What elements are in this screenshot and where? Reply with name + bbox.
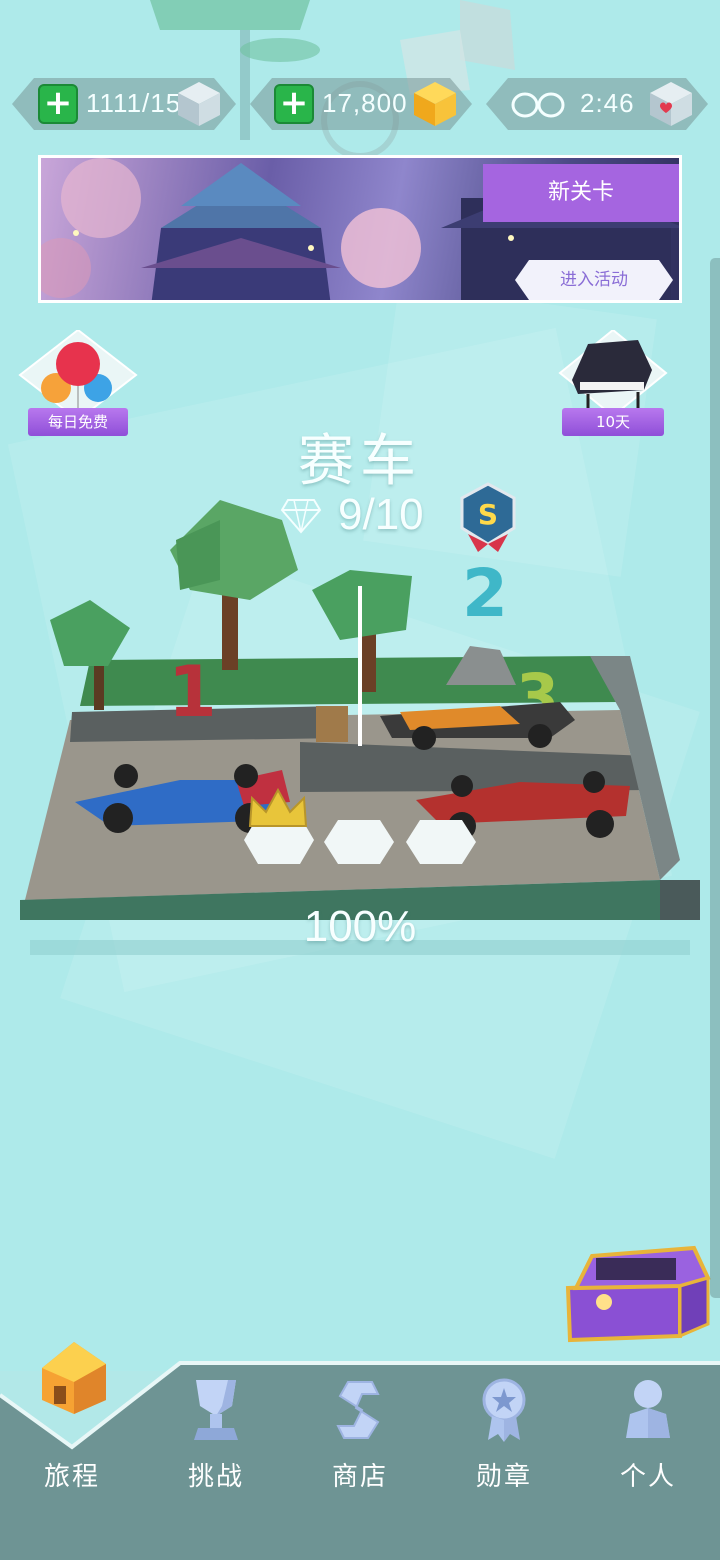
- treasure-chest-icon[interactable]: [562, 1244, 712, 1344]
- nav-profile[interactable]: 个人: [576, 1370, 720, 1560]
- add-lives-button[interactable]: +: [38, 84, 78, 124]
- scrollbar[interactable]: [710, 258, 720, 1298]
- balloons-icon: [18, 328, 138, 422]
- shop-s-icon: [336, 1381, 380, 1439]
- house-icon: [42, 1342, 106, 1414]
- event-banner[interactable]: 新关卡 进入活动: [38, 155, 682, 303]
- completion-percent: 100%: [303, 902, 417, 951]
- nav-shop[interactable]: 商店: [288, 1370, 432, 1560]
- nav-journey[interactable]: 旅程: [0, 1342, 144, 1560]
- medal-icon: [482, 1378, 526, 1442]
- nav-challenge[interactable]: 挑战: [144, 1370, 288, 1560]
- gold-cube-icon: [414, 82, 456, 126]
- nav-challenge-label: 挑战: [187, 1462, 244, 1492]
- enter-event-button[interactable]: 进入活动: [515, 260, 673, 300]
- new-level-tag: 新关卡: [483, 164, 679, 222]
- lives-count: 1111/15: [86, 88, 182, 118]
- trophy-icon: [194, 1380, 238, 1440]
- piano-icon: [558, 328, 668, 418]
- infinity-icon: [511, 92, 565, 118]
- nav-medals-label: 勋章: [475, 1462, 532, 1492]
- timer-value: 2:46: [580, 88, 635, 118]
- place-number: 2: [462, 555, 508, 632]
- place-number: 1: [168, 651, 217, 733]
- nav-medals[interactable]: 勋章: [432, 1370, 576, 1560]
- nav-journey-label: 旅程: [43, 1462, 100, 1492]
- nav-shop-label: 商店: [331, 1462, 388, 1492]
- life-cube-icon: [178, 82, 220, 126]
- race-diorama: 1 2 3: [20, 500, 700, 955]
- person-icon: [626, 1380, 670, 1438]
- coins-count: 17,800: [322, 88, 408, 118]
- add-coins-button[interactable]: +: [274, 84, 314, 124]
- nav-profile-label: 个人: [619, 1462, 676, 1492]
- heart-cube-icon[interactable]: [648, 80, 694, 128]
